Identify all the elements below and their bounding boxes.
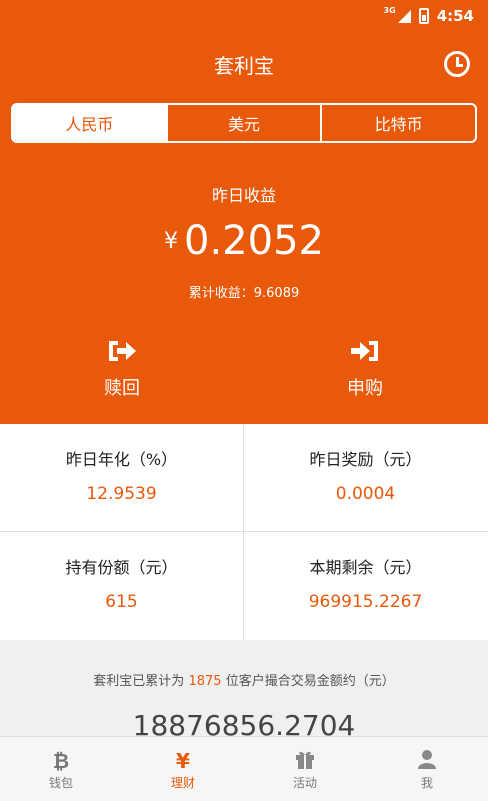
bottom-nav: ₿ 钱包 ¥ 理财 活动 我	[0, 736, 488, 801]
tab-usd[interactable]: 美元	[165, 105, 321, 141]
grid-divider-horizontal	[0, 531, 488, 532]
summary-text: 套利宝已累计为 1875 位客户撮合交易金额约（元）	[0, 670, 488, 689]
summary-prefix: 套利宝已累计为	[93, 674, 185, 689]
stat-remaining: 本期剩余（元） 969915.2267	[244, 532, 487, 639]
reward-value: 0.0004	[335, 484, 396, 504]
nav-me[interactable]: 我	[366, 737, 488, 801]
battery-icon	[418, 8, 429, 24]
stats-grid: 昨日年化（%） 12.9539 昨日奖励（元） 0.0004 持有份额（元） 6…	[0, 424, 488, 640]
purchase-label: 申购	[347, 378, 383, 399]
nav-activity-label: 活动	[292, 775, 317, 790]
purchase-button[interactable]: 申购	[305, 338, 425, 400]
currency-symbol: ¥	[164, 229, 179, 254]
redeem-button[interactable]: 赎回	[62, 338, 182, 400]
nav-finance[interactable]: ¥ 理财	[122, 737, 244, 801]
annual-rate-label: 昨日年化（%）	[65, 450, 178, 469]
cumulative-label: 累计收益：	[188, 286, 254, 301]
grid-divider-vertical	[243, 424, 244, 640]
title-bar: 套利宝	[0, 32, 488, 96]
earnings-amount: 0.2052	[184, 218, 324, 264]
status-time: 4:54	[436, 7, 474, 25]
remaining-label: 本期剩余（元）	[309, 558, 422, 577]
stat-annual-rate: 昨日年化（%） 12.9539	[0, 424, 243, 531]
tab-rmb[interactable]: 人民币	[13, 105, 166, 141]
holding-label: 持有份额（元）	[65, 558, 178, 577]
stat-reward: 昨日奖励（元） 0.0004	[244, 424, 487, 531]
redeem-icon	[106, 338, 138, 364]
reward-label: 昨日奖励（元）	[309, 450, 422, 469]
person-icon	[416, 748, 438, 774]
remaining-value: 969915.2267	[308, 592, 423, 612]
holding-value: 615	[105, 592, 138, 612]
summary-panel: 套利宝已累计为 1875 位客户撮合交易金额约（元） 18876856.2704	[0, 640, 488, 742]
stat-holding: 持有份额（元） 615	[0, 532, 243, 639]
yesterday-earnings-label: 昨日收益	[211, 186, 276, 205]
currency-tabs: 人民币 美元 比特币	[11, 103, 477, 143]
yesterday-earnings-value: ¥0.2052	[0, 218, 488, 264]
signal-icon	[397, 9, 411, 23]
tab-bitcoin[interactable]: 比特币	[320, 105, 475, 141]
nav-activity[interactable]: 活动	[244, 737, 366, 801]
nav-me-label: 我	[420, 775, 433, 790]
summary-suffix: 位客户撮合交易金额约（元）	[225, 674, 395, 689]
annual-rate-value: 12.9539	[86, 484, 157, 504]
nav-finance-label: 理财	[170, 775, 195, 790]
network-type: 3G	[383, 6, 396, 15]
purchase-icon	[349, 338, 381, 364]
nav-wallet[interactable]: ₿ 钱包	[0, 737, 122, 801]
cumulative-earnings: 累计收益：9.6089	[0, 282, 488, 301]
page-title: 套利宝	[214, 53, 274, 78]
cumulative-value: 9.6089	[253, 286, 300, 301]
header-panel: 3G 4:54 套利宝 人民币 美元 比特币 昨日收益 ¥0.2052 累计收益…	[0, 0, 488, 424]
bitcoin-icon: ₿	[52, 748, 70, 773]
customer-count: 1875	[188, 674, 222, 689]
yen-icon: ¥	[176, 748, 190, 773]
status-bar: 3G 4:54	[0, 0, 488, 32]
nav-wallet-label: 钱包	[48, 775, 73, 790]
gift-icon	[294, 748, 316, 774]
history-clock-icon[interactable]	[444, 51, 470, 77]
redeem-label: 赎回	[104, 378, 140, 399]
